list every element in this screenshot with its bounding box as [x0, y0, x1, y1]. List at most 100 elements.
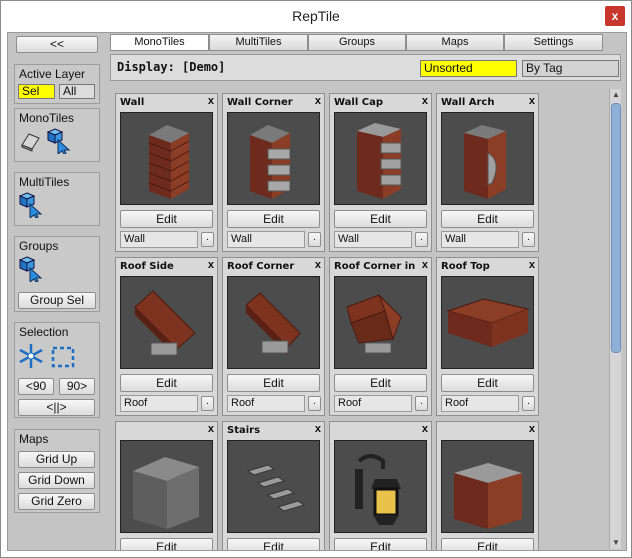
tile-name: Roof Corner [227, 261, 295, 272]
tab-settings[interactable]: Settings [504, 34, 603, 51]
tile-preview[interactable] [441, 440, 534, 533]
tile-card[interactable]: Roof Corner inn x Edit Roof . [329, 257, 432, 416]
tile-remove-button[interactable]: x [529, 423, 535, 435]
tile-remove-button[interactable]: x [315, 259, 321, 271]
scroll-down-icon[interactable]: ▼ [610, 537, 622, 549]
tile-preview[interactable] [227, 112, 320, 205]
tile-preview[interactable] [334, 112, 427, 205]
tile-tag-button[interactable]: . [308, 232, 321, 247]
tile-card[interactable]: Roof Top x Edit Roof . [436, 257, 539, 416]
tile-preview[interactable] [120, 276, 213, 369]
tab-monotiles[interactable]: MonoTiles [110, 34, 209, 51]
tile-remove-button[interactable]: x [208, 259, 214, 271]
grid-down-button[interactable]: Grid Down [18, 472, 95, 489]
rotate-left-button[interactable]: <90 [18, 378, 54, 395]
tile-edit-button[interactable]: Edit [227, 538, 320, 550]
tile-tag-field[interactable]: Wall [441, 231, 519, 248]
tile-tag-button[interactable]: . [522, 232, 535, 247]
scroll-up-icon[interactable]: ▲ [610, 89, 622, 101]
all-layer-toggle[interactable]: All [59, 84, 95, 99]
tab-multitiles[interactable]: MultiTiles [209, 34, 308, 51]
group-sel-button[interactable]: Group Sel [18, 292, 96, 309]
scrollbar-thumb[interactable] [611, 103, 621, 353]
tile-card[interactable]: Wall Cap x Edit Wall . [329, 93, 432, 252]
active-layer-panel: Active Layer Sel All [14, 64, 100, 104]
tile-preview[interactable] [334, 440, 427, 533]
tile-edit-button[interactable]: Edit [227, 210, 320, 228]
tile-tag-button[interactable]: . [201, 232, 214, 247]
tile-tag-field[interactable]: Roof [227, 395, 305, 412]
tile-remove-button[interactable]: x [315, 95, 321, 107]
tile-remove-button[interactable]: x [208, 423, 214, 435]
multitiles-panel: MultiTiles [14, 172, 100, 226]
tile-name: Wall Corner [227, 97, 293, 108]
window-close-button[interactable]: x [605, 6, 625, 26]
marquee-select-icon[interactable] [51, 346, 75, 368]
tile-preview[interactable] [441, 112, 534, 205]
tile-tag-field[interactable]: Wall [334, 231, 412, 248]
tile-tag-button[interactable]: . [522, 396, 535, 411]
tab-maps[interactable]: Maps [406, 34, 504, 51]
tile-remove-button[interactable]: x [529, 259, 535, 271]
rotate-right-button[interactable]: 90> [59, 378, 95, 395]
title-bar: RepTile x [1, 1, 631, 31]
cube-select-icon[interactable] [18, 256, 43, 283]
tile-edit-button[interactable]: Edit [120, 210, 213, 228]
snowflake-icon[interactable] [18, 343, 44, 369]
sidebar: << Active Layer Sel All MonoTiles MultiT… [12, 33, 107, 550]
tile-tag-button[interactable]: . [308, 396, 321, 411]
tile-edit-button[interactable]: Edit [120, 374, 213, 392]
tile-preview[interactable] [334, 276, 427, 369]
tile-edit-button[interactable]: Edit [227, 374, 320, 392]
back-button[interactable]: << [16, 36, 98, 53]
tile-card[interactable]: Wall x Edit Wall . [115, 93, 218, 252]
tile-card[interactable]: Stairs x Edit [222, 421, 325, 550]
tile-preview[interactable] [120, 112, 213, 205]
tile-tag-field[interactable]: Roof [120, 395, 198, 412]
tile-tag-button[interactable]: . [201, 396, 214, 411]
tile-preview[interactable] [227, 440, 320, 533]
multitiles-title: MultiTiles [19, 175, 70, 189]
tile-tag-field[interactable]: Roof [334, 395, 412, 412]
tile-edit-button[interactable]: Edit [334, 210, 427, 228]
tile-card[interactable]: x Edit [115, 421, 218, 550]
unsorted-toggle[interactable]: Unsorted [420, 60, 517, 77]
tile-edit-button[interactable]: Edit [334, 374, 427, 392]
tile-edit-button[interactable]: Edit [441, 374, 534, 392]
tile-remove-button[interactable]: x [315, 423, 321, 435]
cube-select-icon[interactable] [46, 128, 71, 155]
tile-tag-field[interactable]: Wall [120, 231, 198, 248]
tile-tag-button[interactable]: . [415, 232, 428, 247]
tile-remove-button[interactable]: x [422, 95, 428, 107]
tile-remove-button[interactable]: x [529, 95, 535, 107]
tile-tag-button[interactable]: . [415, 396, 428, 411]
grid-zero-button[interactable]: Grid Zero [18, 493, 95, 510]
tile-tag-field[interactable]: Roof [441, 395, 519, 412]
tile-preview[interactable] [441, 276, 534, 369]
eraser-icon[interactable] [19, 130, 41, 152]
tile-card[interactable]: Roof Side x Edit Roof . [115, 257, 218, 416]
tile-remove-button[interactable]: x [208, 95, 214, 107]
sel-layer-toggle[interactable]: Sel [18, 84, 55, 99]
tile-remove-button[interactable]: x [422, 259, 428, 271]
tab-groups[interactable]: Groups [308, 34, 406, 51]
tile-card[interactable]: Wall Corner x Edit Wall . [222, 93, 325, 252]
tile-preview[interactable] [120, 440, 213, 533]
vertical-scrollbar[interactable]: ▲ ▼ [609, 89, 621, 549]
tile-card[interactable]: x Edit [436, 421, 539, 550]
tile-remove-button[interactable]: x [422, 423, 428, 435]
tile-card[interactable]: Roof Corner x Edit Roof . [222, 257, 325, 416]
maps-panel: Maps Grid Up Grid Down Grid Zero [14, 429, 100, 513]
cube-select-icon[interactable] [18, 192, 43, 219]
tile-card[interactable]: x Edit [329, 421, 432, 550]
grid-up-button[interactable]: Grid Up [18, 451, 95, 468]
tile-edit-button[interactable]: Edit [120, 538, 213, 550]
tile-card[interactable]: Wall Arch x Edit Wall . [436, 93, 539, 252]
tile-preview[interactable] [227, 276, 320, 369]
bytag-toggle[interactable]: By Tag [522, 60, 619, 77]
tile-tag-field[interactable]: Wall [227, 231, 305, 248]
tile-edit-button[interactable]: Edit [441, 210, 534, 228]
mirror-button[interactable]: <||> [18, 399, 95, 416]
tile-edit-button[interactable]: Edit [334, 538, 427, 550]
tile-edit-button[interactable]: Edit [441, 538, 534, 550]
